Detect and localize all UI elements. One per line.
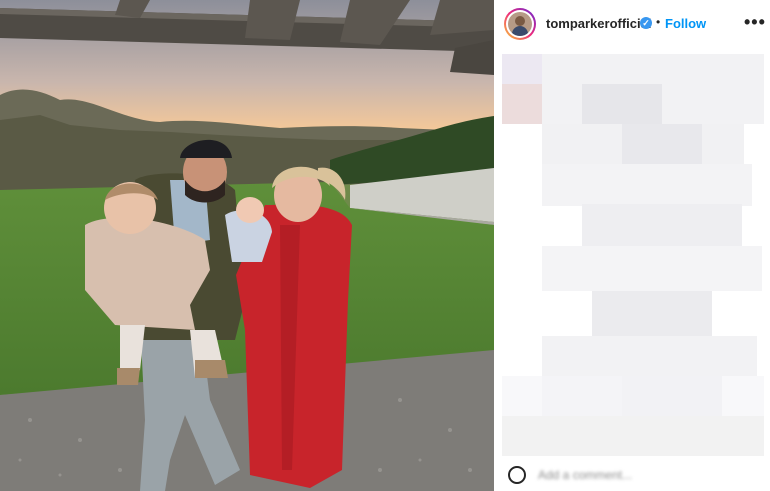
username-link[interactable]: tomparkerofficial [546, 16, 651, 31]
more-options-icon[interactable]: ••• [744, 12, 766, 33]
avatar-ring [506, 10, 534, 38]
post-sidebar: tomparkerofficial ✓ • Follow ••• Add a c… [494, 0, 770, 491]
family-photo-image [0, 0, 494, 491]
follow-button[interactable]: Follow [665, 16, 706, 31]
post-header: tomparkerofficial ✓ • Follow ••• [494, 0, 770, 50]
emoji-icon[interactable] [508, 466, 526, 484]
avatar-image [508, 12, 532, 36]
post-photo[interactable] [0, 0, 494, 491]
verified-badge-icon: ✓ [640, 17, 652, 29]
avatar[interactable] [504, 8, 536, 40]
blurred-comments-area [502, 54, 764, 474]
comment-bar: Add a comment... [494, 458, 770, 491]
comment-input[interactable]: Add a comment... [538, 468, 632, 482]
separator-dot: • [656, 15, 661, 29]
